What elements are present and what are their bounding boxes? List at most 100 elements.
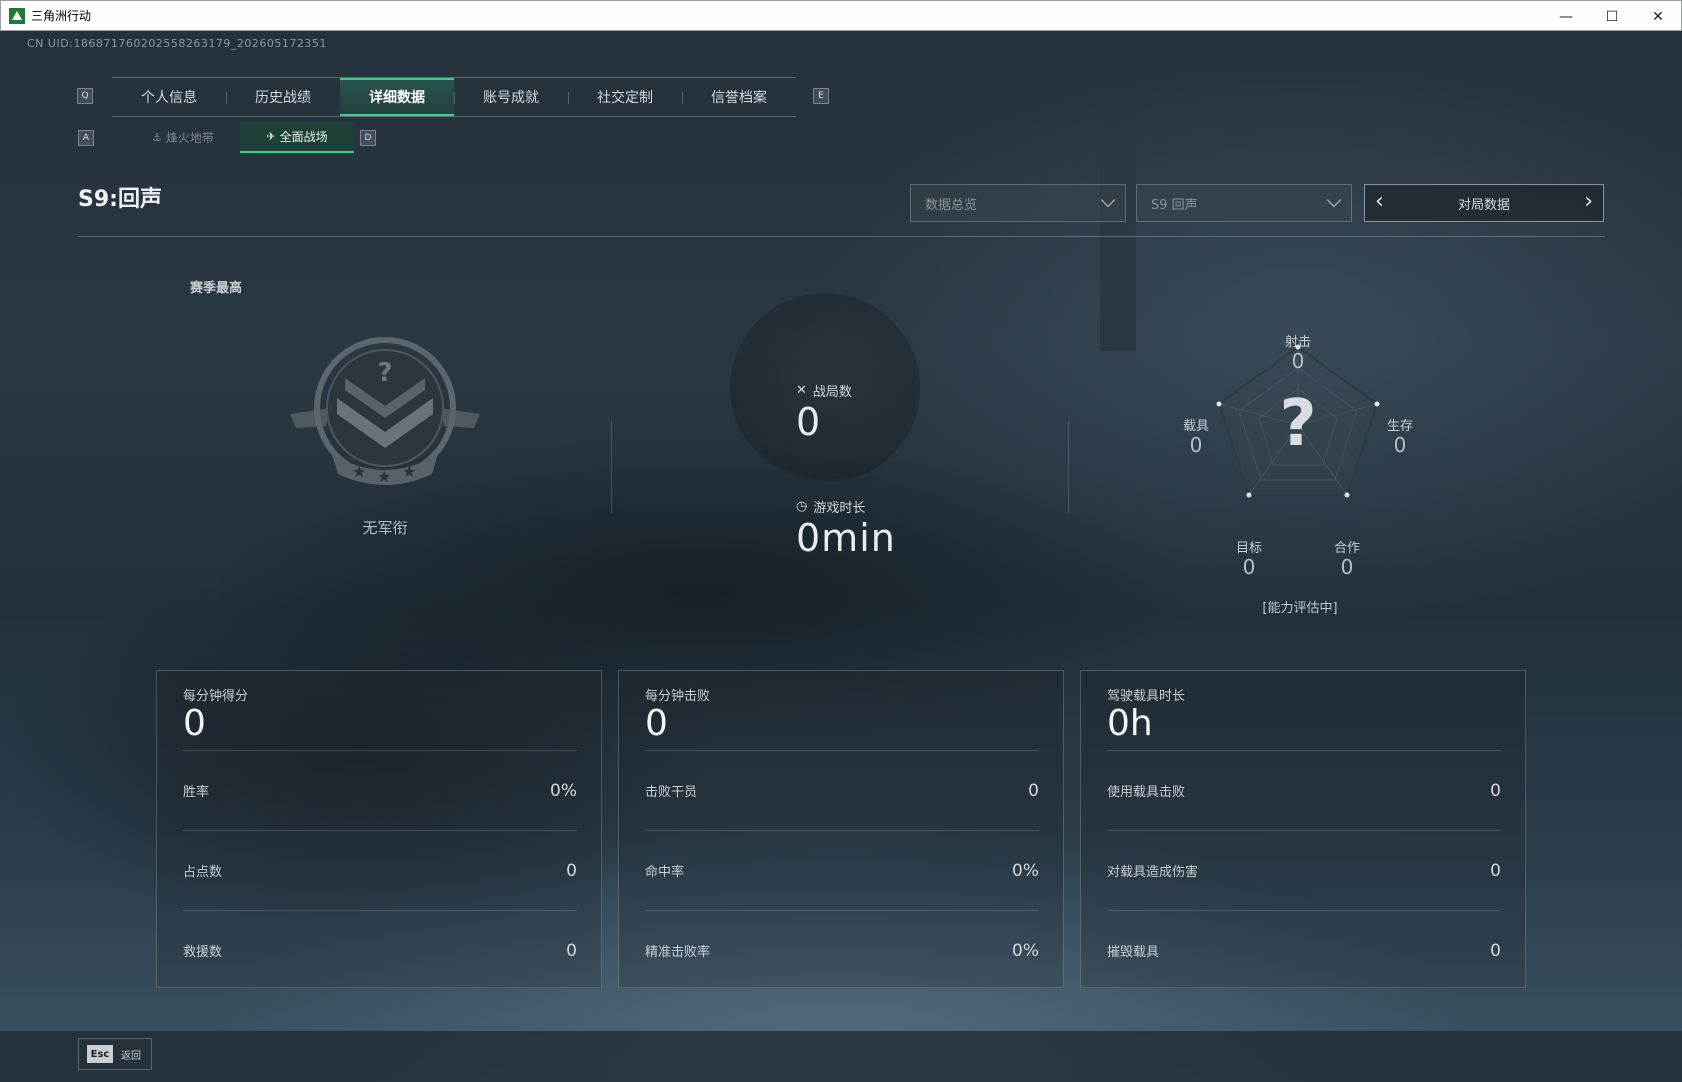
stat-row-label: 对载具造成伤害 [1107, 865, 1199, 880]
data-type-value: 数据总览 [925, 197, 978, 213]
maximize-button[interactable]: ☐ [1589, 1, 1635, 32]
card-head-value: 0 [645, 703, 668, 744]
subtab-flame-zone[interactable]: ⚓ 烽火地带 [126, 122, 240, 153]
flame-zone-icon: ⚓ [152, 131, 162, 144]
mode-subtabs: ⚓ 烽火地带 ✈ 全面战场 [126, 122, 354, 153]
radar-value-teamwork: 0 [1340, 555, 1354, 579]
app-logo-icon [9, 7, 25, 24]
stat-row: 对载具造成伤害 0 [1107, 830, 1501, 910]
radar-label-objective: 目标 [1235, 541, 1262, 556]
radar-center-mark: ? [1279, 387, 1316, 461]
stat-row-value: 0 [566, 940, 577, 961]
tab-reputation[interactable]: 信誉档案 [682, 78, 796, 116]
minimize-button[interactable]: — [1543, 1, 1589, 32]
stat-row-value: 0% [1012, 860, 1039, 881]
subtab-battlefield[interactable]: ✈ 全面战场 [240, 122, 354, 153]
esc-key-icon: Esc [87, 1045, 113, 1063]
matches-value: 0 [796, 400, 822, 444]
season-title: S9:回声 [78, 187, 162, 212]
stat-row-label: 摧毁载具 [1107, 945, 1160, 960]
playtime-stat: ◷ 游戏时长 0min [796, 497, 896, 560]
stat-row-value: 0% [550, 780, 577, 801]
tab-achievements[interactable]: 账号成就 [454, 78, 568, 116]
radar-label-vehicle: 载具 [1182, 419, 1209, 434]
stat-row-label: 胜率 [183, 785, 210, 800]
keyhint-d: D [360, 130, 376, 146]
stat-row-value: 0% [1012, 940, 1039, 961]
stat-row-value: 0 [1490, 940, 1501, 961]
svg-text:★: ★ [402, 462, 416, 481]
radar-label-survival: 生存 [1386, 419, 1413, 434]
stat-row-label: 救援数 [183, 945, 223, 960]
stat-row: 胜率 0% [183, 750, 577, 830]
crossed-swords-icon: ✕ [796, 383, 807, 398]
radar-label-teamwork: 合作 [1333, 541, 1360, 556]
stat-row-label: 占点数 [183, 865, 223, 880]
card-head-label: 每分钟击败 [645, 689, 711, 704]
keyhint-q: Q [77, 88, 93, 104]
close-button[interactable]: ✕ [1635, 1, 1681, 32]
ability-eval-status: [能力评估中] [1262, 601, 1338, 616]
stat-row: 精准击败率 0% [645, 910, 1039, 990]
svg-text:★: ★ [352, 462, 366, 481]
chevron-down-icon [1326, 192, 1342, 208]
stat-row: 击败干员 0 [645, 750, 1039, 830]
footer-bar: Esc 返回 [0, 1031, 1682, 1082]
chevron-down-icon [1100, 192, 1116, 208]
data-type-dropdown[interactable]: 数据总览 [910, 184, 1126, 222]
stat-row-label: 击败干员 [645, 785, 698, 800]
subtab-label: 全面战场 [279, 130, 328, 144]
stat-card-kills: 每分钟击败 0 击败干员 0 命中率 0% 精准击败率 0% [618, 670, 1064, 988]
season-dropdown[interactable]: S9 回声 [1136, 184, 1352, 222]
stat-row: 摧毁载具 0 [1107, 910, 1501, 990]
matches-stat: ✕ 战局数 0 [796, 381, 852, 444]
radar-value-objective: 0 [1242, 555, 1256, 579]
rank-unknown-mark: ? [377, 358, 392, 388]
radar-value-shooting: 0 [1291, 349, 1305, 373]
stat-row-value: 0 [1490, 780, 1501, 801]
battlefield-icon: ✈ [266, 130, 276, 143]
tab-personal-info[interactable]: 个人信息 [112, 78, 226, 116]
card-head-label: 驾驶载具时长 [1107, 689, 1186, 704]
radar-value-survival: 0 [1393, 433, 1407, 457]
data-pager: ‹ 对局数据 › [1364, 184, 1604, 222]
clock-icon: ◷ [796, 499, 808, 514]
playtime-value: 0min [796, 516, 896, 560]
back-button[interactable]: Esc 返回 [78, 1038, 152, 1070]
pager-label: 对局数据 [1457, 197, 1510, 213]
stat-row-label: 命中率 [645, 865, 685, 880]
player-uid: CN UID:18687176020255826317​9_2026051723… [27, 37, 327, 50]
season-divider [78, 236, 1605, 237]
season-value: S9 回声 [1151, 197, 1198, 213]
window-title: 三角洲行动 [31, 9, 92, 23]
chevron-left-icon[interactable]: ‹ [1375, 191, 1384, 213]
svg-text:★: ★ [377, 467, 391, 486]
rank-emblem-icon: ★ ★ ★ ? [290, 337, 480, 486]
stat-row-label: 精准击败率 [645, 945, 711, 960]
tab-match-history[interactable]: 历史战绩 [226, 78, 340, 116]
window-titlebar: 三角洲行动 — ☐ ✕ [0, 0, 1682, 31]
card-head-label: 每分钟得分 [183, 689, 249, 704]
stat-row-label: 使用载具击败 [1107, 785, 1186, 800]
main-tabs: 个人信息 历史战绩 详细数据 账号成就 社交定制 信誉档案 [112, 77, 796, 117]
divider [1068, 421, 1069, 513]
divider [611, 421, 612, 513]
window-controls: — ☐ ✕ [1543, 1, 1681, 32]
tab-detailed-data[interactable]: 详细数据 [340, 78, 454, 116]
stat-card-vehicle: 驾驶载具时长 0h 使用载具击败 0 对载具造成伤害 0 摧毁载具 0 [1080, 670, 1526, 988]
season-best-label: 赛季最高 [190, 281, 243, 296]
game-viewport: CN UID:18687176020255826317​9_2026051723… [0, 31, 1682, 1082]
keyhint-e: E [813, 88, 829, 104]
radar-label-shooting: 射击 [1284, 335, 1311, 350]
stat-row: 命中率 0% [645, 830, 1039, 910]
matches-label: 战局数 [812, 385, 852, 400]
rank-name: 无军衔 [362, 519, 408, 537]
subtab-label: 烽火地带 [165, 131, 214, 145]
chevron-right-icon[interactable]: › [1584, 191, 1593, 213]
tab-social-custom[interactable]: 社交定制 [568, 78, 682, 116]
stat-row: 占点数 0 [183, 830, 577, 910]
stat-row: 救援数 0 [183, 910, 577, 990]
stat-row-value: 0 [566, 860, 577, 881]
keyhint-a: A [78, 130, 94, 146]
ability-radar: ? 射击 0 生存 0 合作 0 目标 0 载具 0 [1180, 297, 1420, 579]
